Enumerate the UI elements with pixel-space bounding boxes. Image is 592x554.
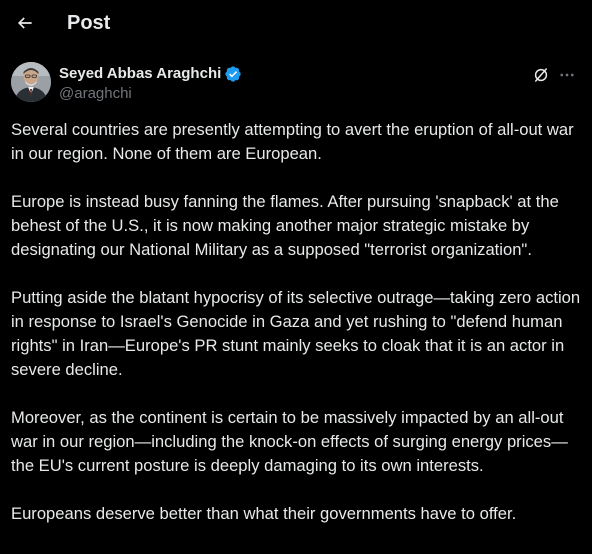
more-icon (560, 73, 574, 77)
page-title: Post (67, 12, 111, 34)
back-arrow-icon (17, 17, 32, 29)
author-name[interactable]: Seyed Abbas Araghchi (59, 64, 221, 84)
post-author: Seyed Abbas Araghchi @araghchi (0, 60, 592, 106)
more-button[interactable] (556, 64, 578, 86)
post-paragraph: Putting aside the blatant hypocrisy of i… (11, 288, 581, 379)
back-button[interactable] (8, 6, 42, 40)
grok-icon (534, 68, 548, 82)
post-paragraph: Moreover, as the continent is certain to… (11, 408, 568, 475)
post-paragraph: Several countries are presently attempti… (11, 120, 574, 163)
author-name-row: Seyed Abbas Araghchi (59, 64, 242, 84)
post-text: Several countries are presently attempti… (11, 118, 583, 526)
author-handle[interactable]: @araghchi (59, 84, 132, 104)
verified-badge-icon (224, 65, 242, 83)
post-paragraph: Europeans deserve better than what their… (11, 504, 517, 523)
avatar[interactable] (11, 62, 51, 102)
avatar-image (11, 62, 51, 102)
top-bar: Post (0, 0, 592, 50)
grok-button[interactable] (530, 64, 552, 86)
post-paragraph: Europe is instead busy fanning the flame… (11, 192, 559, 259)
